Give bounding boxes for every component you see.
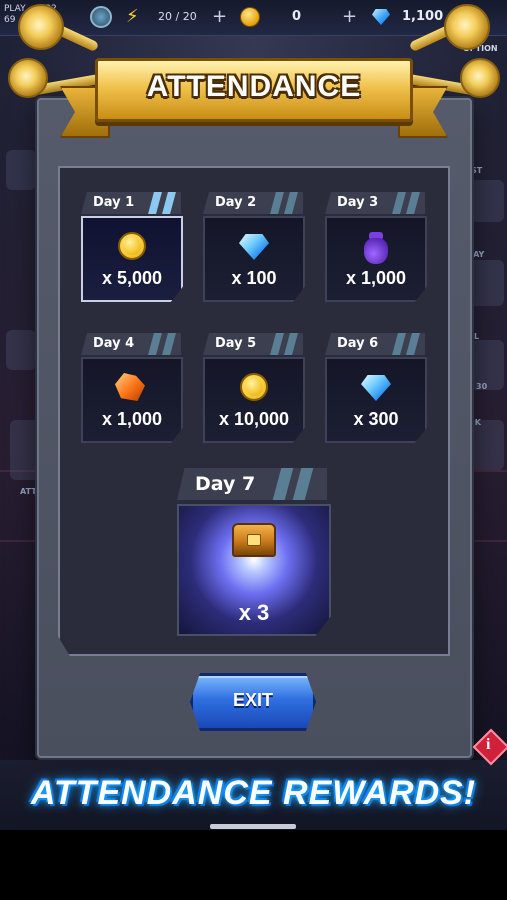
trumpet-bell-icon (18, 4, 64, 50)
reward-amount: x 3 (238, 600, 270, 625)
trumpet-bell-icon (8, 58, 48, 98)
trumpet-bell-icon (444, 4, 490, 50)
add-gold-plus-icon[interactable]: + (342, 6, 357, 27)
day-label: Day 1 (93, 195, 135, 210)
reward-card-day-1[interactable]: Day 1 x 5,000 (81, 192, 183, 304)
add-energy-plus-icon[interactable]: + (212, 6, 227, 27)
rank-shield-icon (90, 6, 112, 28)
purple-pouch-icon (364, 238, 388, 264)
day-label: Day 4 (93, 336, 135, 351)
trumpet-bell-icon (460, 58, 500, 98)
gold-coin-icon (118, 232, 146, 260)
reward-card-day-6[interactable]: Day 6 x 300 (325, 333, 427, 445)
top-hud: PLAY422 69 ⚡ 20 / 20 + 0 + 1,100 ⚙ (0, 0, 507, 41)
side-label: 30 (476, 382, 488, 391)
gold-counter: 0 (292, 9, 302, 24)
dialog-title: ATTENDANCE (146, 70, 362, 103)
energy-counter: 20 / 20 (158, 10, 197, 23)
day-label: Day 5 (215, 336, 257, 351)
energy-bolt-icon: ⚡ (126, 6, 139, 27)
side-menu-button-mail[interactable] (470, 180, 504, 222)
chest-lock-icon (247, 534, 261, 546)
day-label: Day 3 (337, 195, 379, 210)
reward-amount: x 1,000 (345, 268, 407, 288)
page-indicator (210, 824, 296, 829)
player-level: 69 (4, 15, 16, 25)
side-menu-button-left[interactable] (6, 150, 36, 190)
exit-button-label[interactable]: EXIT (190, 690, 316, 711)
day-label: Day 2 (215, 195, 257, 210)
side-label: ATT (20, 487, 37, 496)
reward-card-day-7[interactable]: Day 7 x 3 (177, 468, 331, 636)
side-menu-button-attendance[interactable] (10, 420, 40, 480)
gem-icon (372, 9, 390, 25)
promo-caption: ATTENDANCE REWARDS! (30, 774, 477, 812)
gem-counter: 1,100 (402, 9, 444, 24)
reward-card-day-4[interactable]: Day 4 x 1,000 (81, 333, 183, 445)
reward-card-day-3[interactable]: Day 3 x 1,000 (325, 192, 427, 304)
reward-card-day-5[interactable]: Day 5 x 10,000 (203, 333, 305, 445)
gold-coin-icon (240, 373, 268, 401)
side-menu-button-play[interactable] (470, 260, 504, 306)
reward-amount: x 5,000 (101, 268, 163, 288)
side-menu-button-left[interactable] (6, 330, 36, 370)
reward-card-day-2[interactable]: Day 2 x 100 (203, 192, 305, 304)
day-label: Day 7 (195, 473, 256, 495)
reward-amount: x 1,000 (101, 409, 163, 429)
gold-coin-icon (240, 7, 260, 27)
reward-amount: x 100 (231, 268, 277, 288)
reward-amount: x 10,000 (218, 409, 290, 429)
side-label: L (474, 332, 480, 341)
info-icon[interactable]: i (486, 736, 490, 754)
reward-amount: x 300 (353, 409, 399, 429)
day-label: Day 6 (337, 336, 379, 351)
side-menu-button-rank[interactable] (470, 420, 504, 470)
